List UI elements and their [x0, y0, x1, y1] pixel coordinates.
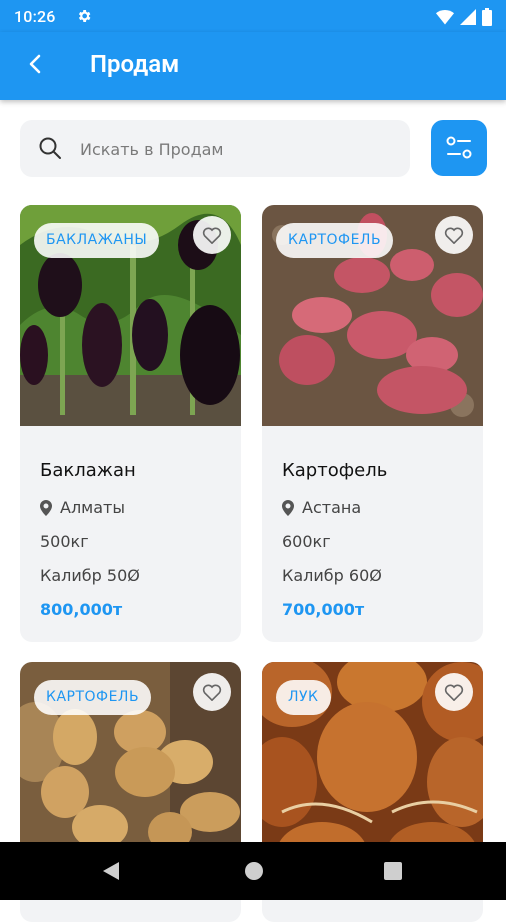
product-price: 800,000т — [40, 600, 123, 619]
filter-button[interactable] — [431, 120, 487, 176]
nav-back-icon[interactable] — [101, 860, 123, 882]
location-pin-icon — [282, 499, 294, 516]
product-quantity: 500кг — [40, 532, 89, 551]
favorite-button[interactable] — [435, 216, 473, 254]
nav-recents-icon[interactable] — [383, 861, 403, 881]
filter-icon — [446, 136, 472, 159]
app-bar: Продам — [0, 32, 506, 100]
product-name: Баклажан — [40, 460, 136, 481]
product-card[interactable]: КАРТОФЕЛЬ Картофель Астана 600кг Калибр … — [262, 205, 483, 642]
heart-icon — [444, 684, 464, 701]
gear-icon — [78, 10, 91, 22]
category-tag: КАРТОФЕЛЬ — [276, 223, 394, 258]
product-location: Алматы — [40, 498, 125, 517]
favorite-button[interactable] — [193, 216, 231, 254]
product-city: Алматы — [60, 498, 125, 517]
product-city: Астана — [302, 498, 362, 517]
heart-icon — [202, 227, 222, 244]
favorite-button[interactable] — [193, 673, 231, 711]
product-price: 700,000т — [282, 600, 365, 619]
favorite-button[interactable] — [435, 673, 473, 711]
battery-icon — [482, 8, 492, 26]
product-location: Астана — [282, 498, 361, 517]
status-bar: 10:26 — [0, 0, 506, 32]
system-nav-bar — [0, 842, 506, 900]
product-caliber: Калибр 50Ø — [40, 566, 140, 585]
signal-icon — [460, 9, 476, 25]
product-quantity: 600кг — [282, 532, 331, 551]
category-tag: ЛУК — [276, 680, 331, 715]
page-title: Продам — [90, 50, 180, 78]
heart-icon — [202, 684, 222, 701]
product-caliber: Калибр 60Ø — [282, 566, 382, 585]
wifi-icon — [436, 10, 454, 25]
search-input[interactable] — [78, 120, 402, 179]
heart-icon — [444, 227, 464, 244]
category-tag: БАКЛАЖАНЫ — [34, 223, 160, 258]
product-card[interactable]: БАКЛАЖАНЫ Баклажан Алматы 500кг Калибр 5… — [20, 205, 241, 642]
search-bar[interactable] — [20, 120, 410, 179]
status-time: 10:26 — [14, 7, 56, 26]
location-pin-icon — [40, 499, 52, 516]
product-name: Картофель — [282, 460, 388, 481]
category-tag: КАРТОФЕЛЬ — [34, 680, 152, 715]
nav-home-icon[interactable] — [243, 860, 265, 882]
back-arrow-icon[interactable] — [24, 52, 48, 76]
search-icon — [39, 137, 61, 159]
